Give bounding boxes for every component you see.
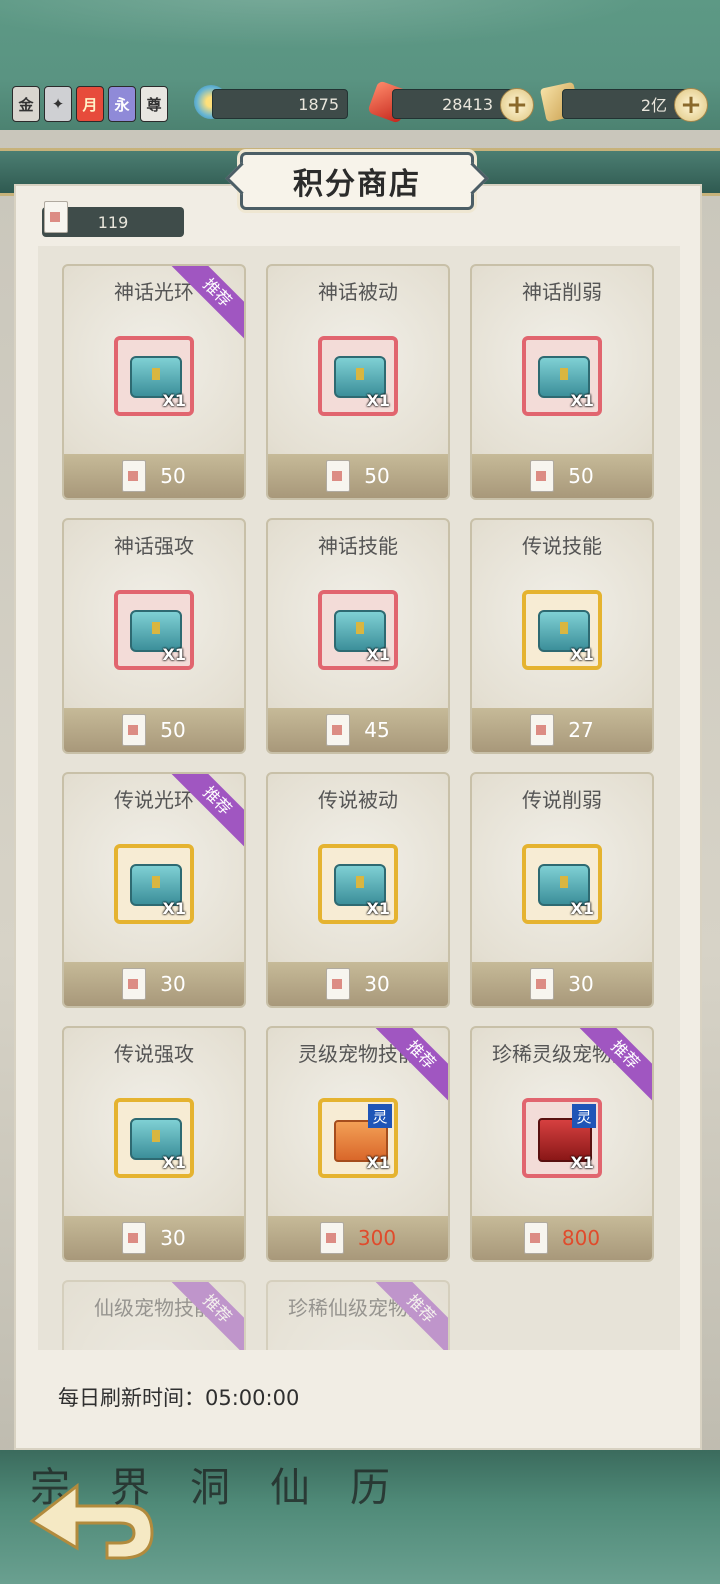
add-crystal-button[interactable]: + [500,88,534,122]
item-quantity: X1 [162,1153,186,1172]
item-quantity: X1 [366,645,390,664]
item-price: 50 [364,464,390,488]
item-icon-frame: 灵 X1 [318,1098,398,1178]
item-icon-frame: X1 [114,1098,194,1178]
back-arrow-icon[interactable] [22,1478,158,1564]
item-price: 45 [364,718,390,742]
points-value: 119 [97,212,129,232]
nav-item[interactable]: 洞 [190,1455,230,1513]
shop-item-card[interactable]: 珍稀灵级宠物技 推荐 灵 X1 800 [470,1026,654,1262]
item-name: 传说技能 [522,534,602,558]
item-name: 神话技能 [318,534,398,558]
price-scroll-icon [326,714,351,746]
item-quantity: X1 [570,391,594,410]
shop-item-card[interactable]: 神话被动 X1 50 [266,264,450,500]
price-scroll-icon [530,714,555,746]
item-price: 30 [160,972,186,996]
crystal-amount: 28413 [392,89,516,119]
item-quantity: X1 [570,899,594,918]
item-quantity: X1 [162,899,186,918]
points-scroll-icon [44,201,68,233]
price-scroll-icon [122,968,147,1000]
item-price: 50 [160,464,186,488]
points-balance: 119 [42,201,184,237]
item-icon-frame: X1 [318,336,398,416]
price-scroll-icon [122,1222,147,1254]
item-name: 传说被动 [318,788,398,812]
item-icon-frame: X1 [522,590,602,670]
item-name: 神话被动 [318,280,398,304]
silver-badge-icon[interactable]: ✦ [44,86,72,122]
add-scroll-button[interactable]: + [674,88,708,122]
price-scroll-icon [326,460,351,492]
item-icon-frame: 灵 X1 [522,1098,602,1178]
item-quantity: X1 [162,391,186,410]
price-scroll-icon [326,968,351,1000]
item-price: 30 [568,972,594,996]
page-title: 积分商店 [240,152,474,210]
item-price: 30 [364,972,390,996]
nav-item[interactable]: 历 [350,1455,390,1513]
item-icon-frame: X1 [318,590,398,670]
spirit-tag: 灵 [368,1104,392,1128]
price-scroll-icon [530,460,555,492]
spirit-tag: 灵 [572,1104,596,1128]
item-quantity: X1 [570,1153,594,1172]
jade-amount: 1875 [212,89,348,119]
item-price: 50 [160,718,186,742]
shop-item-card[interactable]: 神话技能 X1 45 [266,518,450,754]
price-scroll-icon [530,968,555,1000]
item-quantity: X1 [366,1153,390,1172]
item-price: 30 [160,1226,186,1250]
monthly-card-badge[interactable]: 月 [76,86,104,122]
shop-item-card[interactable]: 传说削弱 X1 30 [470,772,654,1008]
shop-item-card[interactable]: 神话光环 推荐 X1 50 [62,264,246,500]
shop-item-card[interactable]: 仙级宠物技能 推荐 [62,1280,246,1350]
shop-item-card[interactable]: 传说强攻 X1 30 [62,1026,246,1262]
supreme-badge[interactable]: 尊 [140,86,168,122]
gold-badge[interactable]: 金 [12,86,40,122]
shop-item-card[interactable]: 灵级宠物技能 推荐 灵 X1 300 [266,1026,450,1262]
nav-item[interactable]: 仙 [270,1455,310,1513]
item-name: 神话强攻 [114,534,194,558]
item-price: 50 [568,464,594,488]
item-quantity: X1 [570,645,594,664]
shop-item-card[interactable]: 传说技能 X1 27 [470,518,654,754]
item-icon-frame: X1 [522,336,602,416]
item-grid: 神话光环 推荐 X1 50 神话被动 X1 50 神话削弱 X1 50 神话强攻… [38,246,680,1350]
shop-item-card[interactable]: 神话削弱 X1 50 [470,264,654,500]
item-icon-frame: X1 [114,844,194,924]
item-quantity: X1 [366,391,390,410]
shop-item-card[interactable]: 传说被动 X1 30 [266,772,450,1008]
item-name: 传说削弱 [522,788,602,812]
item-price: 27 [568,718,594,742]
item-name: 传说强攻 [114,1042,194,1066]
shop-item-card[interactable]: 传说光环 推荐 X1 30 [62,772,246,1008]
permanent-card-badge[interactable]: 永 [108,86,136,122]
shop-item-card[interactable]: 珍稀仙级宠物技 推荐 [266,1280,450,1350]
item-icon-frame: X1 [318,844,398,924]
scroll-amount: 2亿 [562,89,692,119]
item-price: 800 [561,1226,601,1250]
price-scroll-icon [122,714,147,746]
vip-badges: 金 ✦ 月 永 尊 [12,86,168,122]
item-icon-frame: X1 [114,590,194,670]
item-price: 300 [357,1226,397,1250]
daily-refresh-time: 每日刷新时间：05:00:00 [58,1386,300,1410]
shop-item-card[interactable]: 神话强攻 X1 50 [62,518,246,754]
item-icon-frame: X1 [114,336,194,416]
item-icon-frame: X1 [522,844,602,924]
price-scroll-icon [319,1222,344,1254]
item-name: 神话削弱 [522,280,602,304]
price-scroll-icon [122,460,147,492]
item-quantity: X1 [366,899,390,918]
item-quantity: X1 [162,645,186,664]
price-scroll-icon [523,1222,548,1254]
